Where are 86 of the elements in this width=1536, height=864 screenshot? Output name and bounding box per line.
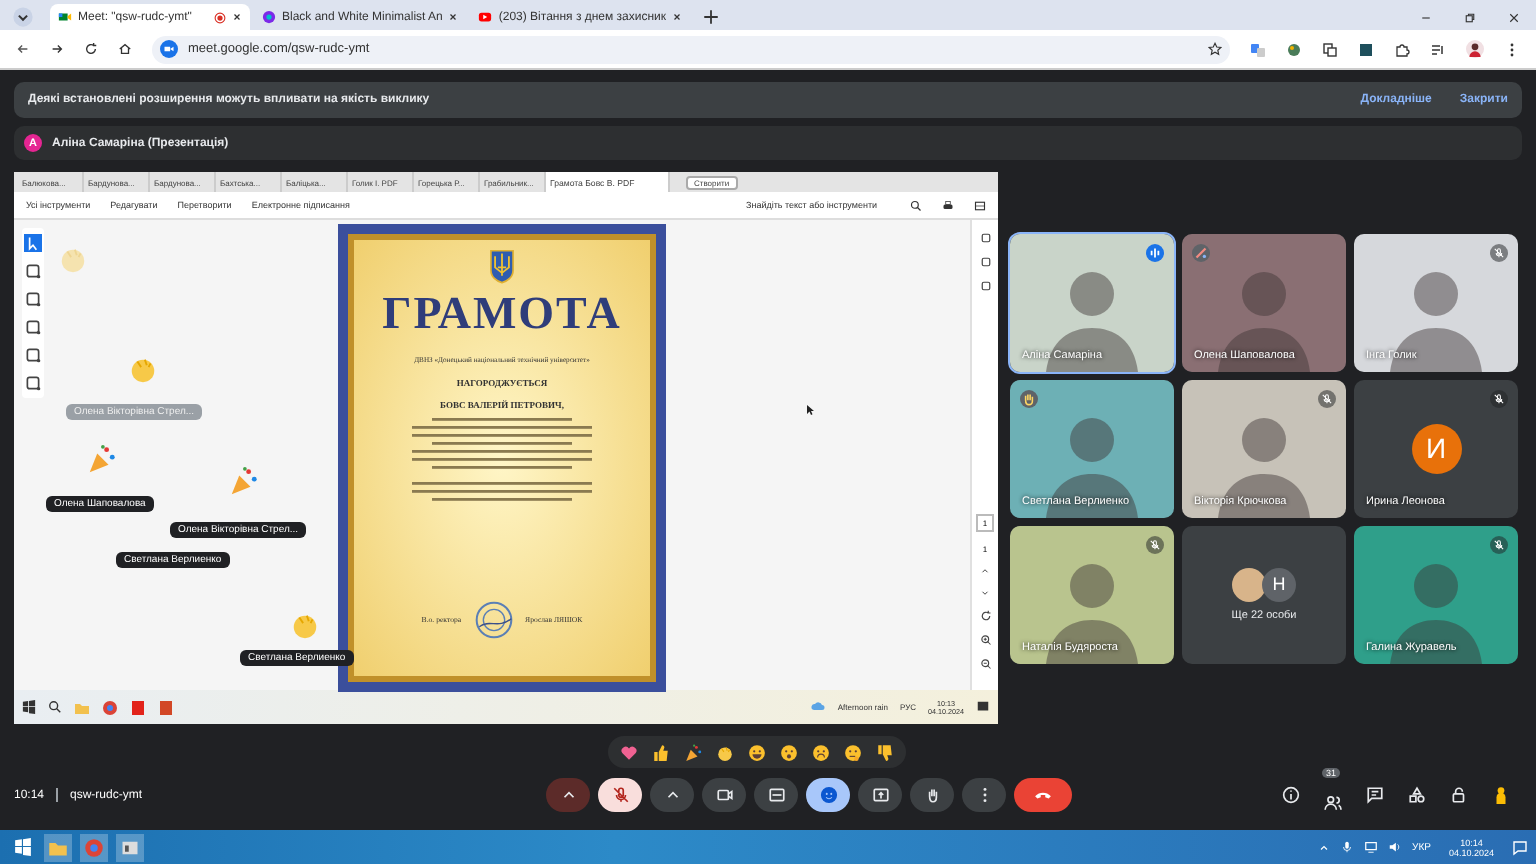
pdf-app-icon[interactable] (130, 699, 146, 715)
translate-icon[interactable] (1250, 41, 1266, 57)
back-icon[interactable] (16, 42, 30, 56)
network-icon[interactable] (1364, 840, 1379, 854)
zoom-in-icon[interactable] (979, 634, 991, 646)
captions-button[interactable] (754, 778, 799, 812)
present-screen-button[interactable] (858, 778, 903, 812)
panel-icon[interactable] (974, 199, 986, 211)
thinking-face-icon[interactable] (843, 743, 861, 761)
restore-icon[interactable] (1464, 12, 1476, 24)
clapping-hands-icon (128, 354, 158, 384)
notification-icon[interactable] (1512, 839, 1528, 855)
close-icon[interactable] (448, 12, 459, 22)
person-icon[interactable] (1492, 786, 1510, 804)
star-icon[interactable] (1208, 42, 1222, 56)
cursor-icon[interactable] (24, 234, 42, 252)
end-call-button[interactable] (1014, 778, 1073, 812)
tab-list-icon[interactable] (12, 6, 34, 28)
window-app-icon[interactable] (120, 837, 140, 857)
camera-button[interactable] (702, 778, 747, 812)
site-favicon-icon (478, 10, 493, 24)
party-popper-icon[interactable] (683, 743, 701, 761)
info-icon[interactable] (1282, 786, 1300, 804)
clapping-hands-icon[interactable] (715, 743, 733, 761)
thumbs-down-icon[interactable] (875, 743, 893, 761)
sad-face-icon[interactable] (811, 743, 829, 761)
site-info-icon[interactable] (160, 40, 178, 58)
microphone-off-button[interactable] (598, 778, 643, 812)
avatar-initial: Н (1262, 567, 1296, 601)
microphone-off-icon (611, 786, 630, 804)
close-icon[interactable] (1508, 12, 1520, 24)
emoji-reaction-icon (819, 786, 838, 804)
raise-hand-icon (923, 786, 942, 804)
microphone-icon[interactable] (1340, 840, 1355, 854)
notification-icon[interactable] (976, 700, 990, 714)
chat-icon[interactable] (1366, 786, 1384, 804)
surprised-face-icon[interactable] (779, 743, 797, 761)
clapping-hands-icon (290, 610, 320, 640)
camera-icon (715, 786, 734, 804)
extension-square-icon[interactable] (1358, 41, 1374, 57)
cloud-rain-icon (809, 699, 826, 715)
profile-avatar-icon[interactable] (1466, 40, 1484, 58)
laughing-face-icon[interactable] (747, 743, 765, 761)
close-icon[interactable] (232, 12, 242, 22)
chevron-down-icon[interactable] (980, 588, 990, 598)
certificate-title: ГРАМОТА (382, 288, 622, 340)
raise-hand-button[interactable] (910, 778, 955, 812)
seal-stamp-icon (473, 600, 514, 640)
activities-icon[interactable] (1408, 786, 1426, 804)
emoji-reaction-button[interactable] (806, 778, 851, 812)
windows-logo-icon[interactable] (22, 700, 36, 714)
thumbs-up-icon[interactable] (651, 743, 669, 761)
volume-icon[interactable] (1388, 840, 1403, 854)
minimize-icon[interactable] (1420, 12, 1432, 24)
present-screen-icon (871, 786, 890, 804)
cursor-icon (806, 404, 814, 416)
avatar-photo-placeholder (1232, 567, 1266, 601)
person-silhouette (1390, 271, 1482, 371)
party-popper-icon (228, 466, 258, 496)
new-tab-icon[interactable] (702, 8, 721, 26)
site-favicon-icon (262, 10, 276, 24)
host-controls-icon[interactable] (1450, 786, 1468, 804)
people-icon[interactable] (1324, 794, 1342, 812)
media-control-icon[interactable] (1430, 41, 1446, 57)
search-icon[interactable] (48, 700, 62, 714)
presentation-app-icon[interactable] (158, 699, 174, 715)
extension-globe-icon[interactable] (1286, 41, 1302, 57)
party-popper-icon (86, 444, 116, 474)
trident-emblem-icon (488, 248, 516, 284)
puzzle-icon[interactable] (1394, 41, 1410, 57)
home-icon[interactable] (118, 42, 132, 56)
captions-icon (767, 786, 786, 804)
zoom-out-icon[interactable] (979, 658, 991, 670)
close-icon[interactable] (672, 12, 683, 22)
chevron-up-icon[interactable] (980, 566, 990, 576)
rotate-icon[interactable] (979, 610, 991, 622)
search-icon[interactable] (910, 199, 922, 211)
reload-icon[interactable] (84, 42, 98, 56)
heart-icon[interactable] (619, 743, 637, 761)
browser-icon[interactable] (102, 699, 118, 715)
avatar-initial: И (1411, 423, 1461, 473)
forward-icon[interactable] (50, 42, 64, 56)
print-icon[interactable] (942, 199, 954, 211)
site-favicon-icon (58, 10, 72, 24)
windows-logo-icon[interactable] (13, 838, 31, 856)
clapping-hands-icon (58, 244, 88, 274)
